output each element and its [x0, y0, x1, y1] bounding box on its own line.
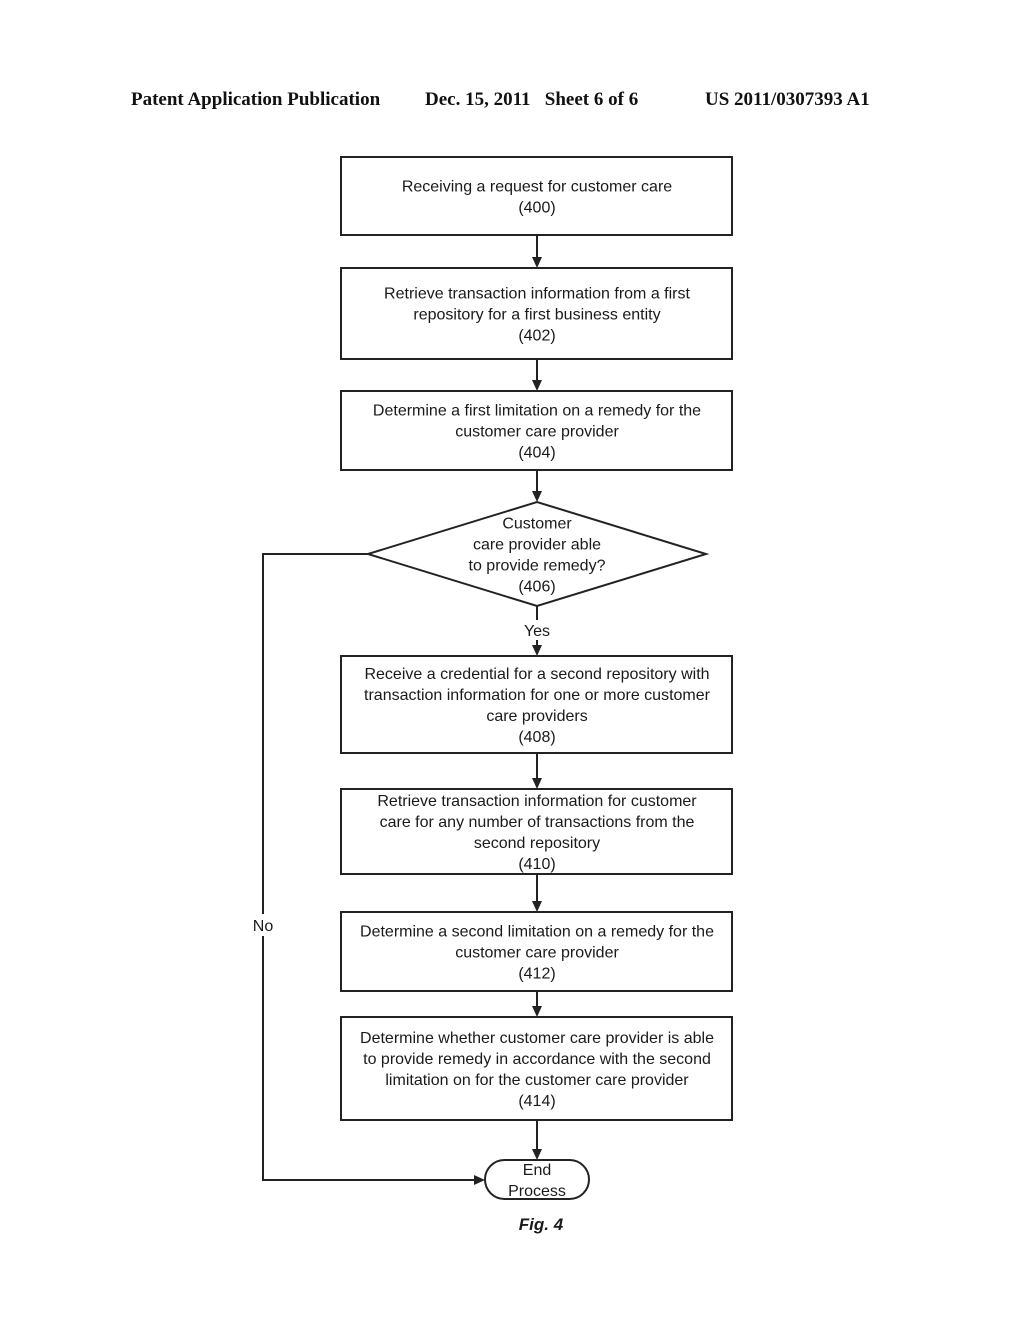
flowchart: Receiving a request for customer care (40… [253, 156, 733, 1234]
step-404-text-line: (404) [518, 445, 555, 462]
decision-406-text-line: care provider able [473, 537, 601, 554]
connector-414-end [532, 1120, 542, 1160]
connector-402-404 [532, 359, 542, 391]
step-412-text-line: (412) [518, 966, 555, 983]
step-410-text-line: second repository [474, 835, 600, 852]
step-402-text-line: Retrieve transaction information from a … [384, 286, 690, 303]
connector-412-414 [532, 991, 542, 1017]
connector-404-406 [532, 470, 542, 502]
step-412-text-line: Determine a second limitation on a remed… [360, 924, 714, 941]
step-408-text-line: care providers [486, 708, 587, 725]
step-410-text-line: (410) [518, 856, 555, 873]
decision-406-text-line: to provide remedy? [469, 558, 606, 575]
step-408-text-line: (408) [518, 729, 555, 746]
decision-406-text-line: Customer [502, 516, 572, 533]
step-400-text-line: Receiving a request for customer care [402, 179, 672, 196]
step-414-text-line: limitation on for the customer care prov… [385, 1072, 689, 1089]
step-402-text-line: repository for a first business entity [413, 307, 660, 324]
step-414-text-line: Determine whether customer care provider… [360, 1030, 714, 1047]
step-404-text-line: customer care provider [455, 424, 619, 441]
step-400-text-line: (400) [518, 200, 555, 217]
connector-408-410 [532, 753, 542, 789]
step-412-text-line: customer care provider [455, 945, 619, 962]
step-410-text-line: Retrieve transaction information for cus… [377, 793, 697, 810]
step-408-text-line: Receive a credential for a second reposi… [364, 666, 709, 683]
step-414-text-line: (414) [518, 1093, 555, 1110]
figure-caption: Fig. 4 [519, 1215, 564, 1234]
step-410-text-line: care for any number of transactions from… [380, 814, 695, 831]
no-label: No [253, 918, 274, 935]
decision-406-text-line: (406) [518, 579, 555, 596]
yes-label: Yes [524, 623, 550, 640]
step-402-text-line: (402) [518, 328, 555, 345]
step-414-text-line: to provide remedy in accordance with the… [363, 1051, 711, 1068]
step-400-box [340, 156, 733, 236]
connector-400-402 [532, 235, 542, 268]
step-408-text-line: transaction information for one or more … [364, 687, 711, 704]
end-terminator-text-line: End [523, 1162, 551, 1179]
step-404-text-line: Determine a first limitation on a remedy… [373, 403, 701, 420]
connector-410-412 [532, 874, 542, 912]
end-terminator-text-line: Process [508, 1183, 566, 1200]
